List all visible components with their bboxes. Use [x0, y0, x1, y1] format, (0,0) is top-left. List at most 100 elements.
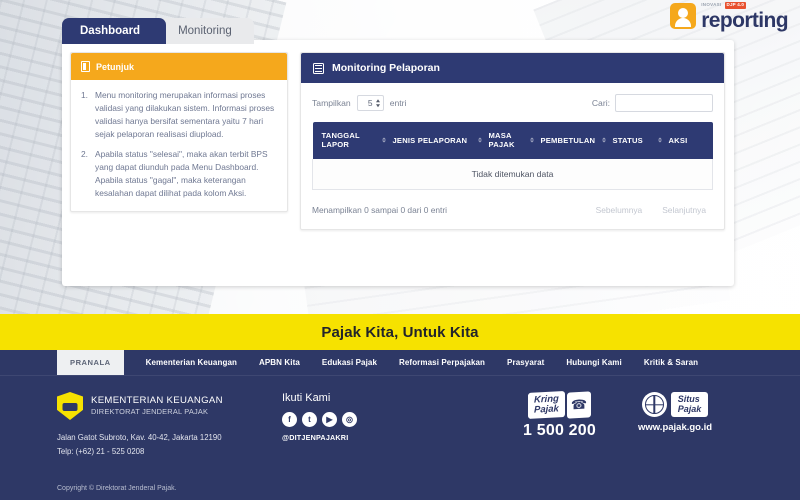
column-header-jenis-pelaporan[interactable]: JENIS PELAPORAN — [388, 122, 485, 159]
footer-link-prasyarat[interactable]: Prasyarat — [507, 358, 544, 367]
situs-pajak-text: Situs Pajak — [670, 392, 709, 417]
main-card: Petunjuk Menu monitoring merupakan infor… — [62, 40, 734, 286]
footer-nav: PRANALA Kementerian Keuangan APBN Kita E… — [0, 350, 800, 376]
sort-icon[interactable] — [381, 137, 386, 143]
table-body: Tidak ditemukan data — [312, 158, 713, 190]
phone-icon: ☎ — [567, 391, 592, 419]
org-name-line1: KEMENTERIAN KEUANGAN — [91, 395, 223, 407]
footer-link-reformasi-perpajakan[interactable]: Reformasi Perpajakan — [399, 358, 485, 367]
footer-badges: Kring Pajak ☎ 1 500 200 Situs Pajak www.… — [507, 391, 712, 460]
petunjuk-header: Petunjuk — [71, 53, 287, 80]
column-header-tanggal-lapor[interactable]: TANGGAL LAPOR — [312, 122, 389, 159]
situs-line2: Pajak — [677, 403, 702, 414]
kring-pajak-badge[interactable]: Kring Pajak ☎ 1 500 200 — [523, 391, 596, 440]
sort-icon[interactable] — [657, 137, 662, 143]
petunjuk-list: Menu monitoring merupakan informasi pros… — [81, 89, 277, 200]
pagination-controls: Sebelumnya Selanjutnya — [589, 201, 713, 219]
table-head: TANGGAL LAPOR JENIS PELAPORAN MASA PAJAK — [312, 122, 713, 159]
kemenkeu-logo-icon — [57, 392, 83, 420]
brand-text: INOVASI DJP 4.0 reporting — [701, 2, 789, 32]
globe-band — [644, 403, 664, 406]
petunjuk-title: Petunjuk — [96, 61, 135, 72]
search-input[interactable] — [615, 94, 713, 112]
brand-logo: INOVASI DJP 4.0 reporting — [670, 2, 789, 32]
table-footer: Menampilkan 0 sampai 0 dari 0 entri Sebe… — [312, 201, 713, 219]
footer-link-hubungi-kami[interactable]: Hubungi Kami — [566, 358, 621, 367]
kemenkeu-text: KEMENTERIAN KEUANGAN DIREKTORAT JENDERAL… — [91, 395, 223, 416]
column-label: TANGGAL LAPOR — [321, 131, 360, 150]
column-header-aksi[interactable]: AKSI — [664, 122, 713, 159]
e-logo-icon — [670, 3, 697, 30]
monitoring-table: TANGGAL LAPOR JENIS PELAPORAN MASA PAJAK — [312, 122, 713, 190]
footer-link-apbn-kita[interactable]: APBN Kita — [259, 358, 300, 367]
instagram-icon[interactable]: ◎ — [342, 412, 357, 427]
monitoring-panel: Monitoring Pelaporan Tampilkan 5 entri C… — [300, 52, 725, 230]
search-control: Cari: — [592, 94, 713, 112]
globe-icon — [641, 392, 667, 417]
org-phone: Telp: (+62) 21 - 525 0208 — [57, 447, 145, 457]
pagination-info: Menampilkan 0 sampai 0 dari 0 entri — [312, 204, 447, 215]
footer-nav-tab-pranala[interactable]: PRANALA — [57, 350, 124, 375]
info-book-icon — [81, 61, 90, 72]
org-name-line2: DIREKTORAT JENDERAL PAJAK — [91, 407, 209, 417]
column-label: STATUS — [612, 135, 643, 145]
footer-main: KEMENTERIAN KEUANGAN DIREKTORAT JENDERAL… — [0, 376, 800, 460]
stepper-arrows-icon[interactable] — [376, 99, 381, 107]
column-header-pembetulan[interactable]: PEMBETULAN — [536, 122, 609, 159]
column-header-status[interactable]: STATUS — [608, 122, 665, 159]
kemenkeu-block: KEMENTERIAN KEUANGAN DIREKTORAT JENDERAL… — [57, 392, 282, 420]
table-header-row: TANGGAL LAPOR JENIS PELAPORAN MASA PAJAK — [312, 122, 713, 159]
tab-monitoring[interactable]: Monitoring — [156, 18, 254, 44]
table-controls: Tampilkan 5 entri Cari: — [312, 94, 713, 112]
monitoring-header: Monitoring Pelaporan — [301, 53, 724, 83]
kring-phone-number: 1 500 200 — [523, 421, 596, 439]
empty-state-text: Tidak ditemukan data — [312, 158, 713, 190]
situs-website-url: www.pajak.go.id — [637, 422, 713, 433]
page-root: INOVASI DJP 4.0 reporting Dashboard Moni… — [0, 0, 800, 500]
twitter-icon[interactable]: t — [302, 412, 317, 427]
next-page-button[interactable]: Selanjutnya — [655, 201, 713, 219]
search-label: Cari: — [591, 98, 610, 108]
sort-icon[interactable] — [477, 137, 482, 143]
entries-per-page-value: 5 — [367, 98, 373, 108]
slogan-banner: Pajak Kita, Untuk Kita — [0, 314, 800, 350]
facebook-icon[interactable]: f — [282, 412, 297, 427]
kring-pajak-text: Kring Pajak — [527, 391, 565, 419]
prev-page-button[interactable]: Sebelumnya — [589, 201, 650, 219]
sort-icon[interactable] — [529, 137, 534, 143]
column-header-masa-pajak[interactable]: MASA PAJAK — [484, 122, 537, 159]
column-label: PEMBETULAN — [540, 135, 596, 145]
footer-link-kementerian-keuangan[interactable]: Kementerian Keuangan — [146, 358, 237, 367]
show-entries-label: Tampilkan — [312, 98, 351, 108]
brand-name: reporting — [701, 8, 788, 32]
tab-dashboard[interactable]: Dashboard — [62, 18, 167, 44]
petunjuk-body: Menu monitoring merupakan informasi pros… — [71, 80, 287, 211]
social-icons: f t ▶ ◎ — [282, 412, 507, 427]
show-entries-control: Tampilkan 5 entri — [312, 95, 406, 111]
entries-label: entri — [389, 98, 407, 108]
youtube-icon[interactable]: ▶ — [322, 412, 337, 427]
footer-link-kritik-saran[interactable]: Kritik & Saran — [644, 358, 698, 367]
org-address: Jalan Gatot Subroto, Kav. 40-42, Jakarta… — [57, 433, 222, 442]
social-handle: @DITJENPAJAKRI — [282, 433, 349, 442]
situs-pajak-logo: Situs Pajak — [641, 392, 709, 417]
petunjuk-item: Apabila status "selesai", maka akan terb… — [81, 148, 268, 199]
monitoring-body: Tampilkan 5 entri Cari: TANGGAL LAPOR JE… — [301, 83, 724, 229]
copyright-text: Copyright © Direktorat Jenderal Pajak. — [57, 485, 177, 492]
org-contact: Jalan Gatot Subroto, Kav. 40-42, Jakarta… — [57, 431, 282, 460]
brand-tag-left: INOVASI — [701, 2, 722, 7]
follow-title: Ikuti Kami — [282, 392, 331, 404]
column-label: JENIS PELAPORAN — [392, 135, 468, 145]
kring-line2: Pajak — [533, 403, 559, 416]
monitoring-title: Monitoring Pelaporan — [332, 62, 440, 74]
sort-icon[interactable] — [601, 137, 606, 143]
column-label: AKSI — [668, 135, 688, 145]
situs-pajak-badge[interactable]: Situs Pajak www.pajak.go.id — [638, 392, 712, 433]
footer-links: Kementerian Keuangan APBN Kita Edukasi P… — [124, 350, 699, 375]
petunjuk-item: Menu monitoring merupakan informasi pros… — [81, 89, 275, 140]
footer-social-column: Ikuti Kami f t ▶ ◎ @DITJENPAJAKRI — [282, 392, 507, 460]
footer-link-edukasi-pajak[interactable]: Edukasi Pajak — [322, 358, 377, 367]
brand-tagline: INOVASI DJP 4.0 — [701, 2, 788, 9]
entries-per-page-stepper[interactable]: 5 — [356, 95, 384, 111]
footer-org-column: KEMENTERIAN KEUANGAN DIREKTORAT JENDERAL… — [57, 392, 282, 460]
